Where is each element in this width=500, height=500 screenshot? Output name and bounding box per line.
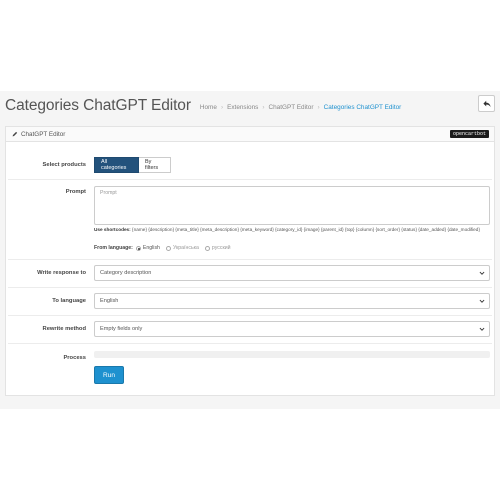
rewrite-method-select[interactable]: Empty fields only bbox=[94, 321, 490, 337]
select-products-label: Select products bbox=[42, 162, 87, 168]
shortcodes-list: {name} {description} {meta_title} {meta_… bbox=[132, 227, 480, 232]
prompt-textarea[interactable]: Prompt bbox=[94, 186, 490, 225]
chevron-down-icon bbox=[479, 271, 485, 275]
chevron-down-icon bbox=[479, 327, 485, 331]
opencartbot-badge: opencartbot bbox=[449, 130, 489, 138]
shortcodes-label: Use shortcodes: bbox=[94, 227, 131, 232]
language-radio-ukrainian[interactable]: Українська bbox=[165, 245, 199, 251]
breadcrumb-chatgpt-editor[interactable]: ChatGPT Editor bbox=[269, 104, 314, 111]
prompt-label: Prompt bbox=[65, 189, 86, 195]
breadcrumb-extensions[interactable]: Extensions bbox=[227, 104, 258, 111]
language-radio-english[interactable]: English bbox=[135, 245, 160, 251]
breadcrumb-home[interactable]: Home bbox=[200, 104, 217, 111]
write-response-to-label: Write response to bbox=[37, 270, 86, 276]
rewrite-method-label: Rewrite method bbox=[42, 326, 86, 332]
from-language-group: From language: English Українська русски… bbox=[94, 245, 237, 251]
breadcrumb-categories-chatgpt-editor[interactable]: Categories ChatGPT Editor bbox=[324, 104, 402, 111]
radio-checked-icon bbox=[135, 245, 141, 251]
language-radio-russian[interactable]: русский bbox=[204, 245, 231, 251]
by-filters-button[interactable]: By filters bbox=[139, 157, 171, 173]
run-button[interactable]: Run bbox=[94, 366, 124, 384]
radio-unchecked-icon bbox=[165, 245, 171, 251]
chevron-down-icon bbox=[479, 299, 485, 303]
panel-title: ChatGPT Editor bbox=[21, 130, 66, 138]
write-response-to-select[interactable]: Category description bbox=[94, 265, 490, 281]
reply-icon bbox=[482, 100, 491, 107]
pencil-icon bbox=[12, 131, 18, 137]
to-language-select[interactable]: English bbox=[94, 293, 490, 309]
back-button[interactable] bbox=[478, 95, 495, 112]
page-title: Categories ChatGPT Editor bbox=[5, 97, 191, 114]
process-label: Process bbox=[63, 355, 86, 361]
panel-heading: ChatGPT Editor opencartbot bbox=[6, 127, 494, 142]
from-language-label: From language: bbox=[94, 245, 133, 251]
process-progress-bar bbox=[94, 351, 490, 358]
editor-panel: ChatGPT Editor opencartbot Select produc… bbox=[5, 126, 495, 396]
radio-unchecked-icon bbox=[204, 245, 210, 251]
select-products-toggle: All categories By filters bbox=[94, 157, 171, 173]
page-header: Categories ChatGPT Editor Home › Extensi… bbox=[5, 95, 495, 117]
all-categories-button[interactable]: All categories bbox=[94, 157, 139, 173]
breadcrumb: Home › Extensions › ChatGPT Editor › Cat… bbox=[199, 104, 402, 111]
page: Categories ChatGPT Editor Home › Extensi… bbox=[0, 0, 500, 500]
to-language-label: To language bbox=[52, 298, 86, 304]
shortcodes-help: Use shortcodes: {name} {description} {me… bbox=[94, 226, 492, 233]
